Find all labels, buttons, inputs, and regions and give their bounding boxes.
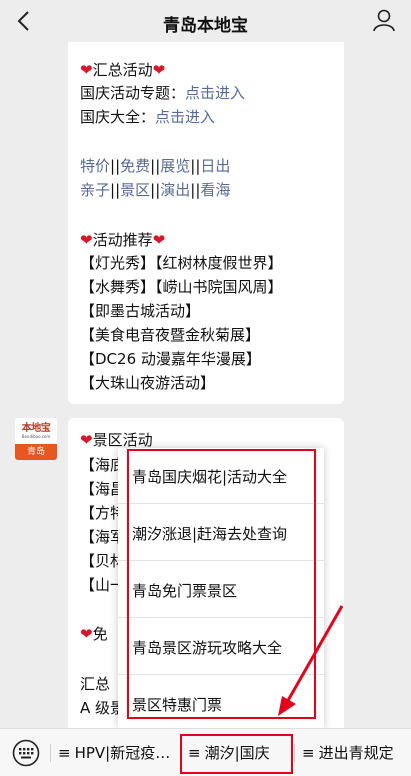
keyboard-icon[interactable] <box>12 739 40 767</box>
user-profile-icon[interactable] <box>371 7 397 33</box>
message-bubble-activities: ❤汇总活动❤ 国庆活动专题：点击进入 国庆大全：点击进入 特价||免费||展览|… <box>68 42 344 404</box>
category-link[interactable]: 景区 <box>120 181 150 199</box>
recommendation-item[interactable]: 【水舞秀】【崂山书院国风周】 <box>80 277 283 297</box>
divider <box>294 744 295 762</box>
category-link[interactable]: 免费 <box>120 157 150 175</box>
submenu-item-tide[interactable]: 潮汐涨退|赶海去处查询 <box>118 505 324 561</box>
heart-icon: ❤ <box>80 625 93 643</box>
recommendation-item[interactable]: 【即墨古城活动】 <box>80 301 200 321</box>
heart-icon: ❤ <box>80 61 93 79</box>
divider <box>180 744 181 762</box>
recommendation-item[interactable]: 【灯光秀】【红树林度假世界】 <box>80 253 283 273</box>
recommendation-item[interactable]: 【美食电音夜暨金秋菊展】 <box>80 325 260 345</box>
account-avatar[interactable]: 本地宝 Bendibao.com 青岛 <box>15 418 57 460</box>
summary-heading: ❤汇总活动❤ <box>80 61 166 79</box>
menu-tab-hpv[interactable]: ≡ HPV|新冠疫… <box>58 729 170 776</box>
category-link[interactable]: 看海 <box>200 181 230 199</box>
heart-icon: ❤ <box>80 431 93 449</box>
submenu-item-fireworks[interactable]: 青岛国庆烟花|活动大全 <box>118 448 324 504</box>
summary-text: 汇总 <box>80 675 111 693</box>
category-link[interactable]: 日出 <box>200 157 230 175</box>
avatar-city: 青岛 <box>15 444 57 460</box>
account-title: 青岛本地宝 <box>163 16 248 36</box>
category-link[interactable]: 亲子 <box>80 181 110 199</box>
menu-list-icon: ≡ <box>302 744 315 762</box>
recommendation-item[interactable]: 【大珠山夜游活动】 <box>80 373 215 393</box>
guide-link[interactable]: 点击进入 <box>155 108 215 126</box>
category-link[interactable]: 特价 <box>80 157 110 175</box>
heart-icon: ❤ <box>152 61 166 79</box>
free-heading: ❤免 <box>80 625 108 643</box>
top-navigation-bar: 青岛本地宝 <box>0 0 411 42</box>
guide-row: 国庆大全：点击进入 <box>80 108 216 126</box>
menu-tab-tide-national-day[interactable]: ≡ 潮汐|国庆 <box>188 729 270 776</box>
avatar-logo: 本地宝 Bendibao.com <box>15 418 57 444</box>
bottom-menu-bar: ≡ HPV|新冠疫… ≡ 潮汐|国庆 ≡ 进出青规定 <box>0 728 411 776</box>
recommendation-item[interactable]: 【DC26 动漫嘉年华漫展】 <box>80 349 261 369</box>
category-link[interactable]: 展览 <box>160 157 190 175</box>
category-row-1: 特价||免费||展览||日出 <box>80 157 231 175</box>
topic-row: 国庆活动专题：点击进入 <box>80 84 246 102</box>
menu-list-icon: ≡ <box>58 744 71 762</box>
heart-icon: ❤ <box>80 231 93 249</box>
category-row-2: 亲子||景区||演出||看海 <box>80 181 231 199</box>
heart-icon: ❤ <box>152 231 166 249</box>
menu-tab-entry-rules[interactable]: ≡ 进出青规定 <box>302 729 394 776</box>
topic-link[interactable]: 点击进入 <box>185 84 245 102</box>
category-link[interactable]: 演出 <box>160 181 190 199</box>
red-arrow-annotation <box>278 605 344 716</box>
scenic-heading: ❤景区活动 <box>80 431 153 449</box>
menu-list-icon: ≡ <box>188 744 201 762</box>
divider <box>50 744 51 762</box>
recommend-heading: ❤活动推荐❤ <box>80 231 166 249</box>
